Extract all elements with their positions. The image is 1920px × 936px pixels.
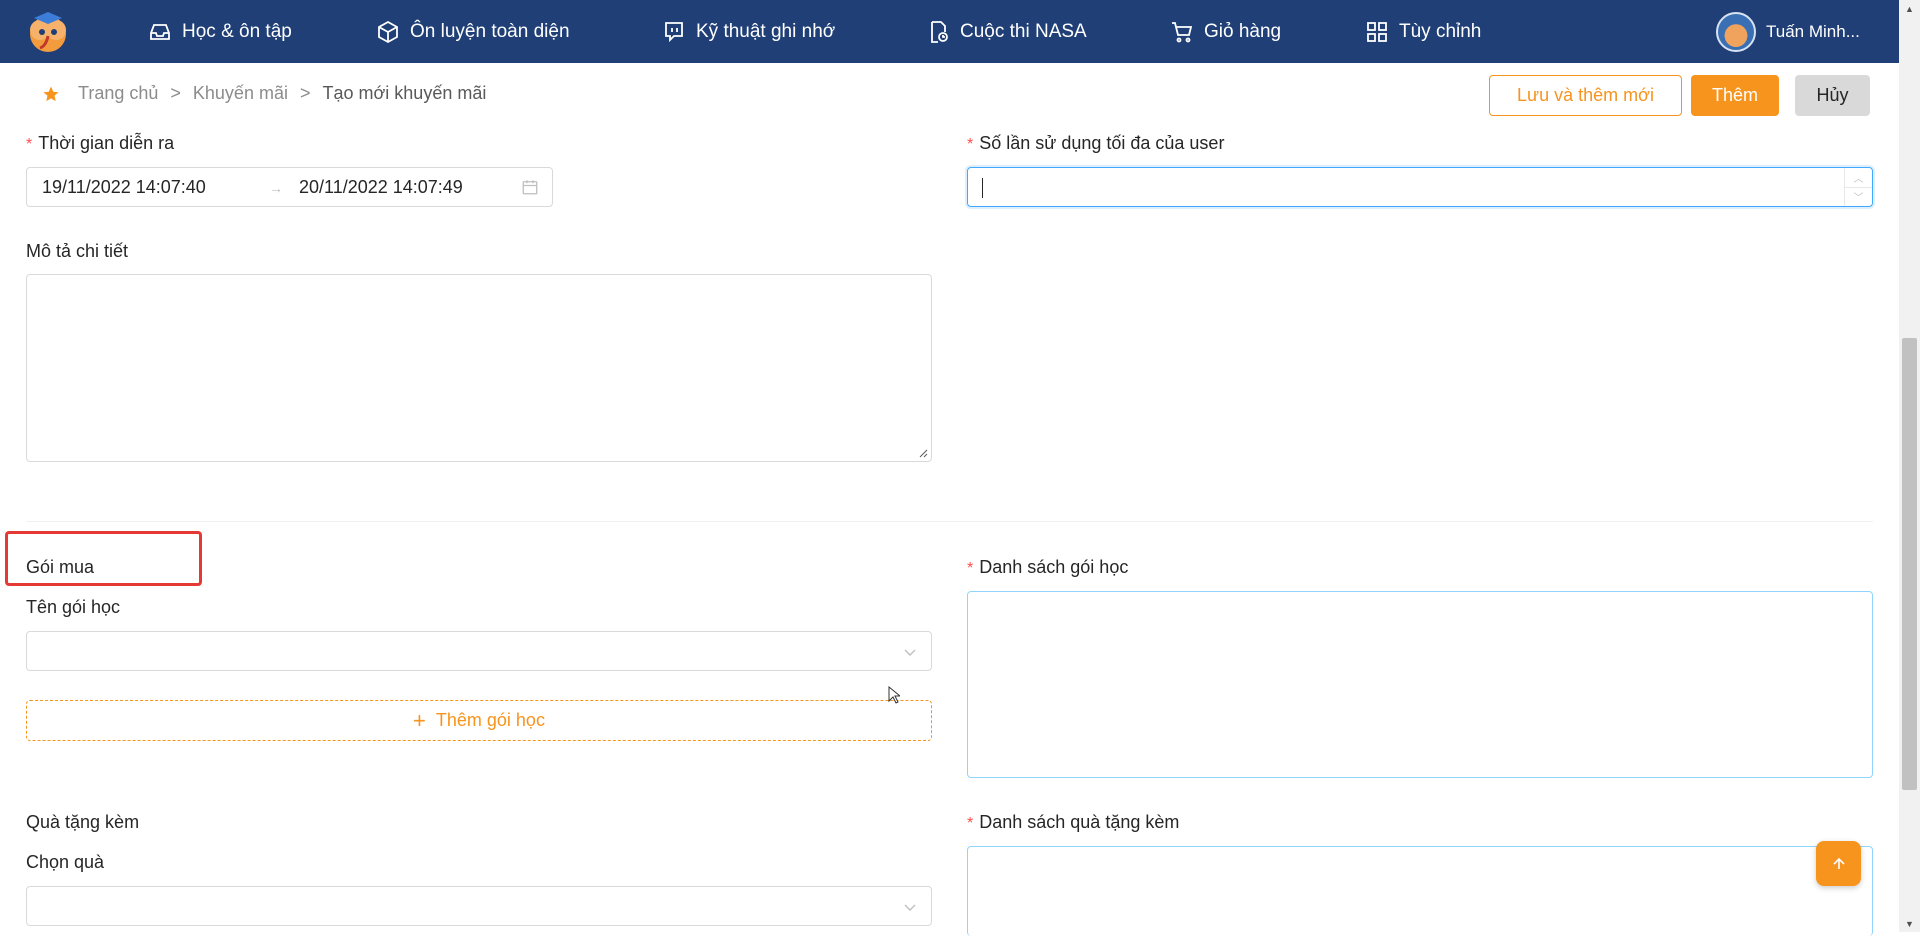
max-usage-input[interactable]: ︿ ﹀ [967, 167, 1873, 207]
calendar-icon [522, 180, 538, 195]
package-name-select[interactable] [26, 631, 932, 671]
gifts-section-title: Quà tặng kèm [26, 812, 140, 832]
nav-item-label: Giỏ hàng [1204, 20, 1282, 42]
nav-item-tuy-chinh[interactable]: Tùy chỉnh [1365, 0, 1481, 63]
choose-gift-label: Chọn quà [26, 852, 105, 872]
stepper-down-icon[interactable]: ﹀ [1845, 188, 1872, 207]
scroll-thumb[interactable] [1902, 338, 1917, 790]
top-navbar: Học & ôn tập Ôn luyện toàn diện Kỹ thuật… [0, 0, 1899, 63]
gift-list-label: Danh sách quà tặng kèm [967, 812, 1179, 833]
breadcrumb-separator: > [299, 83, 311, 103]
avatar[interactable] [1716, 11, 1756, 52]
range-arrow-icon: → [269, 180, 283, 196]
grid-icon [1367, 21, 1387, 42]
chevron-down-icon [904, 649, 916, 656]
mouse-cursor-icon [888, 686, 900, 704]
choose-gift-select[interactable] [26, 886, 932, 926]
breadcrumb: Trang chủ > Khuyến mãi > Tạo mới khuyến … [42, 83, 486, 104]
nav-item-cuoc-thi[interactable]: Cuộc thi NASA [926, 0, 1087, 63]
description-label: Mô tả chi tiết [26, 241, 129, 261]
nav-item-label: Kỹ thuật ghi nhớ [696, 20, 836, 42]
time-start-value[interactable]: 19/11/2022 14:07:40 [42, 177, 206, 198]
gift-list-box [967, 846, 1873, 936]
breadcrumb-current: Tạo mới khuyến mãi [322, 83, 487, 103]
scroll-down-icon[interactable]: ▼ [1899, 915, 1920, 932]
packages-section-title: Gói mua [26, 557, 95, 577]
package-name-label: Tên gói học [26, 597, 121, 617]
add-button[interactable]: Thêm [1691, 75, 1779, 116]
chat-bubble-icon [665, 21, 683, 42]
stepper-up-icon[interactable]: ︿ [1845, 168, 1872, 188]
star-icon [43, 86, 59, 101]
breadcrumb-separator: > [170, 83, 181, 103]
time-end-value[interactable]: 20/11/2022 14:07:49 [299, 177, 463, 198]
number-stepper[interactable]: ︿ ﹀ [1844, 168, 1872, 206]
plus-icon: + [413, 707, 426, 733]
nav-item-gio-hang[interactable]: Giỏ hàng [1170, 0, 1281, 63]
user-name: Tuấn Minh... [1766, 21, 1860, 41]
nav-item-label: Ôn luyện toàn diện [410, 20, 570, 42]
package-list-label: Danh sách gói học [967, 557, 1128, 578]
page-scrollbar[interactable]: ▲ ▼ [1899, 0, 1920, 932]
nav-item-on-luyen[interactable]: Ôn luyện toàn diện [376, 0, 570, 63]
save-and-new-button[interactable]: Lưu và thêm mới [1489, 75, 1682, 116]
max-usage-label: Số lần sử dụng tối đa của user [967, 133, 1224, 154]
time-range-label: Thời gian diễn ra [26, 133, 174, 154]
box-icon [378, 20, 398, 43]
time-range-picker[interactable]: 19/11/2022 14:07:40 → 20/11/2022 14:07:4… [26, 167, 553, 207]
resize-handle-icon[interactable] [918, 448, 928, 458]
description-textarea[interactable] [26, 274, 932, 462]
text-cursor [982, 178, 983, 198]
package-list-box [967, 591, 1873, 778]
user-menu[interactable]: Tuấn Minh... [1716, 0, 1860, 63]
nav-item-label: Cuộc thi NASA [960, 20, 1087, 42]
breadcrumb-home[interactable]: Trang chủ [78, 83, 158, 104]
nav-item-ky-thuat[interactable]: Kỹ thuật ghi nhớ [662, 0, 835, 63]
document-clock-icon [931, 20, 948, 43]
back-to-top-button[interactable] [1816, 841, 1861, 886]
cart-icon [1172, 21, 1193, 42]
nav-item-label: Tùy chỉnh [1399, 20, 1482, 42]
app-logo-icon[interactable] [24, 10, 72, 54]
cancel-button[interactable]: Hủy [1795, 75, 1870, 116]
add-package-label: Thêm gói học [435, 710, 545, 730]
section-divider [26, 521, 1873, 522]
add-package-button[interactable]: + Thêm gói học [26, 700, 932, 741]
arrow-up-icon [1832, 857, 1845, 869]
nav-item-label: Học & ôn tập [182, 20, 292, 42]
scroll-up-icon[interactable]: ▲ [1899, 0, 1920, 17]
breadcrumb-parent[interactable]: Khuyến mãi [193, 83, 288, 104]
inbox-icon [150, 23, 170, 40]
chevron-down-icon [904, 904, 916, 911]
nav-item-hoc-on-tap[interactable]: Học & ôn tập [148, 0, 292, 63]
